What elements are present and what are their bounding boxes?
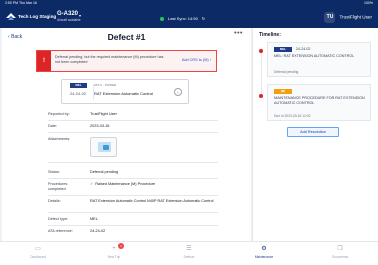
attachment-thumbnail[interactable] [90, 137, 117, 157]
alert-message: Deferral pending, but the required maint… [55, 55, 164, 64]
tab-maintenance[interactable]: ⚙ Maintenance [234, 245, 294, 259]
divider [48, 178, 218, 179]
divider [48, 120, 218, 121]
timeline-item[interactable]: (M) MAINTENANCE PROCEDURE FOR RAT EXTENS… [267, 84, 371, 121]
sync-label: Last Sync: 14:50 [168, 16, 198, 21]
avatar: TU [324, 12, 336, 23]
timeline-dot-icon [259, 94, 263, 98]
timeline-status: Deferral pending [274, 70, 299, 74]
tab-label: Documents [331, 255, 349, 259]
dashboard-icon: ▭ [35, 246, 41, 252]
field-value: ✓ Raised Maintenance (M) Procedure [90, 182, 216, 187]
ata-code: 24-24-02 [70, 91, 87, 96]
tab-dashboard[interactable]: ▭ Dashboard [8, 245, 68, 259]
warning-icon: ! [37, 51, 51, 71]
wrench-icon: ⚙ [261, 246, 267, 252]
user-menu[interactable]: TU TrustFlight User [324, 12, 372, 23]
app-logo-icon [6, 13, 16, 20]
timeline-description: MEL: RAT EXTENSION AUTOMATIC CONTROL [274, 54, 355, 58]
field-label: Attachments: [48, 137, 71, 141]
image-preview-icon [103, 145, 109, 150]
add-crs-label: Add CRS to (M) [181, 58, 209, 62]
timeline-badge: MEL [274, 47, 292, 52]
timeline-panel: Timeline: MEL 24-24-02 MEL: RAT EXTENSIO… [252, 28, 378, 241]
document-icon: ❐ [337, 246, 343, 252]
field-label: Date: [48, 124, 58, 128]
field-label: Defect type: [48, 217, 69, 221]
divider [48, 212, 218, 213]
timeline-status: Due in 2023-03-16 12:00 [274, 114, 311, 118]
tab-label: Dashboard [30, 255, 46, 259]
notification-badge: 1 [118, 243, 124, 249]
field-value: TrustFlight User [90, 112, 117, 116]
more-options-icon[interactable]: ••• [234, 30, 243, 37]
field-value: 24-24-02 [90, 229, 106, 233]
defect-summary-card[interactable]: MEL 24-24-02 ATA C - POWER RAT Extension… [61, 79, 189, 104]
app-frame: 2:50 PM Thu Mar 16 100% Tech Log Staging… [0, 0, 378, 265]
tab-documents[interactable]: ❐ Documents [310, 245, 370, 259]
field-label: Procedures completed: [48, 182, 68, 191]
field-label: Details: [48, 199, 61, 203]
field-value: Deferral pending [90, 170, 119, 174]
divider [48, 225, 218, 226]
tab-new-trip[interactable]: + 1 New Trip [84, 243, 144, 259]
divider [48, 132, 218, 133]
tab-defects[interactable]: ☰ Defects [159, 245, 219, 259]
defect-detail-panel: ‹ Back Defect #1 ••• ! Deferral pending,… [2, 28, 251, 241]
tab-label: Maintenance [254, 255, 274, 259]
category-badge: MEL [70, 83, 87, 88]
tab-label: New Trip [107, 255, 121, 259]
defect-description: RAT Extension Automatic Control [94, 91, 153, 96]
field-label: Status: [48, 170, 60, 174]
field-label: Reported by: [48, 112, 70, 116]
user-name: TrustFlight User [339, 14, 372, 20]
defects-icon: ☰ [186, 246, 192, 252]
field-label: ATA reference: [48, 229, 73, 233]
bottom-tab-bar: ▭ Dashboard + 1 New Trip ☰ Defects ⚙ Mai… [0, 241, 378, 265]
divider [48, 162, 218, 163]
timeline-badge: (M) [274, 89, 292, 94]
field-value: 2023-03-16 [90, 124, 110, 128]
sync-dot-icon [160, 16, 164, 21]
procedure-text: Raised Maintenance (M) Procedure [95, 182, 156, 186]
aircraft-selector[interactable]: G-A320 Aircraft available ▾ [57, 11, 81, 22]
timeline-connector [260, 48, 262, 96]
aircraft-status: Aircraft available [57, 18, 81, 22]
sync-status: Last Sync: 14:50 ↻ [160, 16, 205, 21]
tab-label: Defects [183, 255, 195, 259]
app-header: Tech Log Staging G-A320 Aircraft availab… [0, 6, 378, 28]
add-crs-link[interactable]: Add CRS to (M) › [182, 58, 211, 62]
aircraft-registration: G-A320 [57, 11, 79, 17]
timeline-dot-icon [259, 49, 263, 53]
refresh-icon[interactable]: ↻ [202, 16, 205, 21]
field-value: MEL [90, 217, 98, 221]
add-resolution-button[interactable]: Add Resolution [287, 127, 339, 137]
chevron-down-icon: ▾ [79, 13, 82, 18]
ata-chapter: ATA C - POWER [94, 83, 117, 87]
page-title: Defect #1 [107, 32, 146, 42]
plus-icon: + [112, 246, 116, 252]
timeline-title: Timeline: [259, 32, 281, 38]
timeline-item[interactable]: MEL 24-24-02 MEL: RAT EXTENSION AUTOMATI… [267, 42, 371, 77]
timeline-ata: 24-24-02 [296, 47, 311, 51]
timeline-description: MAINTENANCE PROCEDURE FOR RAT EXTENSION … [274, 96, 365, 105]
deferral-alert: ! Deferral pending, but the required mai… [36, 50, 217, 72]
field-value: RAT Extension Automatic Control N40P RAT… [90, 199, 214, 203]
info-icon[interactable]: i [174, 88, 182, 96]
check-icon: ✓ [90, 182, 94, 186]
app-brand: Tech Log Staging [18, 14, 57, 19]
divider [48, 195, 218, 196]
